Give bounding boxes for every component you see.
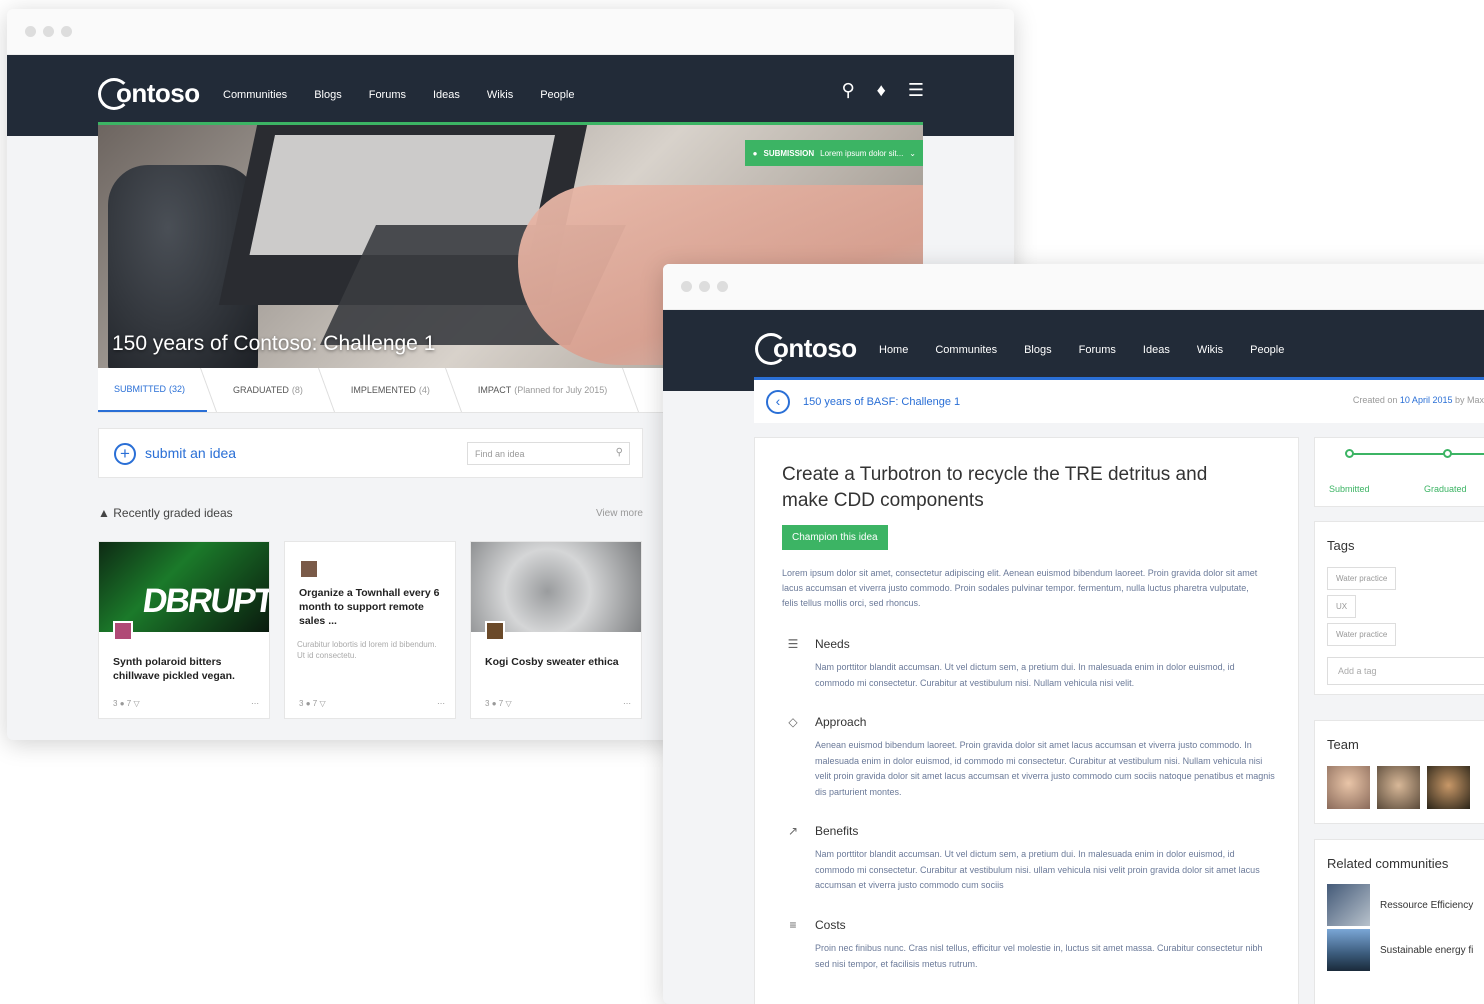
list-icon: ☰: [787, 637, 799, 651]
nav-wikis[interactable]: Wikis: [1197, 344, 1223, 356]
section-needs: ☰ Needs Nam porttitor blandit accumsan. U…: [785, 637, 1275, 691]
minimize-dot[interactable]: [43, 26, 54, 37]
idea-title: Create a Turbotron to recycle the TRE de…: [782, 464, 1208, 511]
vote-icon: ▽: [319, 699, 326, 708]
related-community-item[interactable]: Ressource Efficiency: [1327, 884, 1484, 926]
search-icon[interactable]: ⚲: [841, 80, 854, 101]
contoso-logo[interactable]: ontoso: [755, 332, 857, 365]
view-more-link[interactable]: View more: [596, 508, 643, 519]
related-community-item[interactable]: Sustainable energy fi: [1327, 929, 1484, 971]
vote-icon: ▽: [505, 699, 512, 708]
avatar: [113, 621, 133, 641]
lightbulb-icon: ●: [752, 148, 758, 158]
section-costs: ≡ Costs Proin nec finibus nunc. Cras nisl…: [785, 918, 1275, 972]
tags-panel: Tags Water practice UX Water practice Ad…: [1314, 521, 1484, 695]
step-graduated-dot: [1443, 449, 1452, 458]
menu-icon[interactable]: ☰: [908, 80, 924, 101]
breadcrumb: ‹ 150 years of BASF: Challenge 1 Created…: [754, 377, 1484, 423]
nav-people[interactable]: People: [540, 89, 574, 101]
stage-tabs: SUBMITTED (32) GRADUATED (8) IMPLEMENTED (4…: [98, 368, 668, 413]
vote-icon: ▽: [133, 699, 140, 708]
diamond-icon: ◇: [788, 715, 798, 729]
trophy-icon: ▲: [98, 506, 110, 520]
tab-impact[interactable]: IMPACT (Planned for July 2015): [452, 368, 629, 412]
nav-communities[interactable]: Communites: [935, 344, 997, 356]
back-icon[interactable]: ‹: [766, 389, 790, 414]
related-communities-panel: Related communities Ressource Efficiency…: [1314, 839, 1484, 1004]
tag-chip[interactable]: Water practice: [1327, 623, 1397, 646]
maximize-dot[interactable]: [61, 26, 72, 37]
challenge-title: 150 years of Contoso: Challenge 1: [112, 332, 436, 355]
nav-communities[interactable]: Communities: [223, 89, 287, 101]
section-benefits: ↗ Benefits Nam porttitor blandit accumsan…: [785, 824, 1275, 894]
idea-card-image: DBRUPT: [99, 542, 269, 632]
tab-submitted[interactable]: SUBMITTED (32): [98, 368, 208, 412]
created-info: Created on 10 April 2015 by Max M: [1352, 395, 1484, 405]
idea-summary: Lorem ipsum dolor sit amet, consectetur …: [782, 568, 1258, 608]
nav-home[interactable]: Home: [879, 344, 908, 356]
contoso-logo[interactable]: ontoso: [98, 77, 200, 110]
nav-people[interactable]: People: [1250, 344, 1284, 356]
progress-panel: Submitted Graduated: [1314, 437, 1484, 507]
idea-card[interactable]: Kogi Cosby sweater ethica 3 ● 7 ▽ ⋯: [470, 541, 642, 719]
find-idea-input[interactable]: Find an idea ⚲: [467, 442, 630, 465]
coins-icon: ≡: [789, 918, 797, 932]
comment-icon: ●: [305, 699, 311, 708]
close-dot[interactable]: [25, 26, 36, 37]
champion-button[interactable]: Champion this idea: [782, 525, 888, 550]
nav-wikis[interactable]: Wikis: [487, 89, 513, 101]
idea-detail: Create a Turbotron to recycle the TRE de…: [754, 437, 1299, 1004]
section-approach: ◇ Approach Aenean euismod bibendum laoree…: [785, 715, 1275, 800]
minimize-dot[interactable]: [699, 281, 710, 292]
chart-icon: ↗: [787, 824, 799, 838]
comment-icon: ●: [491, 699, 497, 708]
nav-forums[interactable]: Forums: [1079, 344, 1116, 356]
tag-chip[interactable]: UX: [1327, 595, 1357, 618]
submission-badge[interactable]: ● SUBMISSION Lorem ipsum dolor sit... ⌄: [744, 140, 923, 166]
recently-graded-header: ▲ Recently graded ideas View more: [98, 506, 643, 520]
browser-window-idea: ontoso Home Communites Blogs Forums Idea…: [663, 264, 1484, 1004]
nav-forums[interactable]: Forums: [369, 89, 406, 101]
more-icon[interactable]: ⋯: [623, 699, 631, 708]
tab-implemented[interactable]: IMPLEMENTED (4): [325, 368, 452, 412]
nav-blogs[interactable]: Blogs: [314, 89, 342, 101]
team-panel: Team: [1314, 720, 1484, 824]
window-titlebar: [7, 9, 1014, 55]
step-submitted-dot: [1345, 449, 1354, 458]
add-tag-input[interactable]: Add a tag: [1327, 657, 1484, 685]
idea-card[interactable]: DBRUPT Synth polaroid bitters chillwave …: [98, 541, 270, 719]
chevron-down-icon: ⌄: [909, 148, 916, 158]
more-icon[interactable]: ⋯: [251, 699, 259, 708]
idea-card[interactable]: Organize a Townhall every 6 month to sup…: [284, 541, 456, 719]
team-member-avatar[interactable]: [1327, 766, 1370, 809]
tag-chip[interactable]: Water practice: [1327, 567, 1397, 590]
avatar: [485, 621, 505, 641]
search-icon: ⚲: [615, 447, 623, 458]
window-titlebar: [663, 264, 1484, 310]
tab-graduated[interactable]: GRADUATED (8): [207, 368, 325, 412]
plus-icon[interactable]: +: [114, 443, 136, 465]
maximize-dot[interactable]: [717, 281, 728, 292]
team-member-avatar[interactable]: [1427, 766, 1470, 809]
submit-idea-bar: + submit an idea Find an idea ⚲: [98, 428, 643, 478]
submit-idea-link[interactable]: submit an idea: [145, 445, 236, 461]
nav-ideas[interactable]: Ideas: [433, 89, 460, 101]
nav-blogs[interactable]: Blogs: [1024, 344, 1052, 356]
bell-icon[interactable]: ♦: [877, 80, 886, 101]
team-member-avatar[interactable]: [1377, 766, 1420, 809]
comment-icon: ●: [119, 699, 125, 708]
more-icon[interactable]: ⋯: [437, 699, 445, 708]
idea-card-image: [471, 542, 641, 632]
breadcrumb-challenge-link[interactable]: 150 years of BASF: Challenge 1: [803, 396, 960, 408]
nav-ideas[interactable]: Ideas: [1143, 344, 1170, 356]
close-dot[interactable]: [681, 281, 692, 292]
avatar: [299, 559, 319, 579]
